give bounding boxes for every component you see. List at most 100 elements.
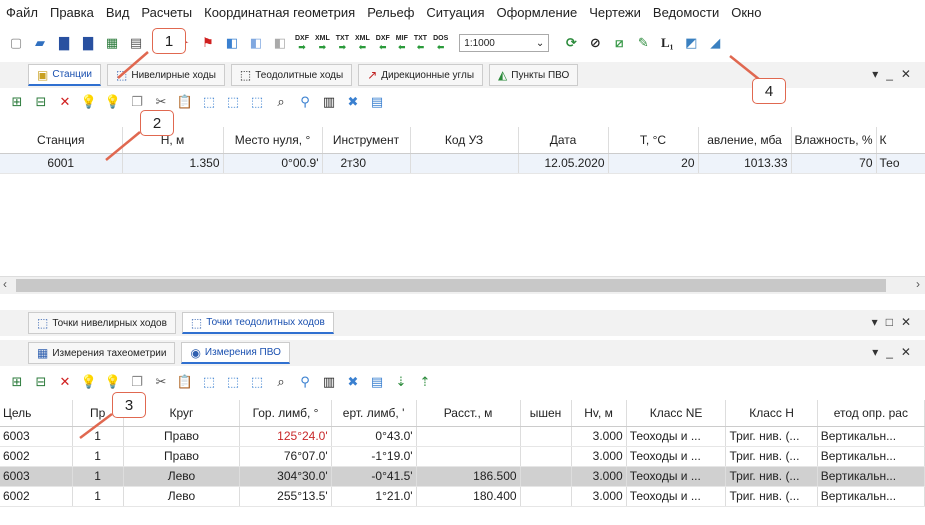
cell[interactable]: 2т30 xyxy=(322,153,411,174)
circle-slash-icon[interactable]: ⊘ xyxy=(585,33,605,53)
copy-icon[interactable]: ❐ xyxy=(128,93,146,111)
tab-stations[interactable]: ▣ Станции xyxy=(28,64,102,86)
cell[interactable]: 304°30.0' xyxy=(239,466,332,487)
table-row[interactable]: 6002 1 Лево 255°13.5' 1°21.0' 180.400 3.… xyxy=(0,486,925,507)
col-height[interactable]: ышен xyxy=(520,400,572,427)
bulb-yellow-icon[interactable]: 💡 xyxy=(104,93,122,111)
col-humidity[interactable]: Влажность, % xyxy=(791,127,877,154)
cut-icon[interactable]: ✂ xyxy=(152,93,170,111)
more-icon[interactable]: ◢ xyxy=(705,33,725,53)
tab-pvo-measurements[interactable]: ◉ Измерения ПВО xyxy=(181,342,290,364)
horizontal-scrollbar[interactable]: ‹ › xyxy=(0,276,925,294)
menu-window[interactable]: Окно xyxy=(731,5,761,20)
flag-icon[interactable]: ⚑ xyxy=(198,33,218,53)
export-mif-icon[interactable]: MIF ⬅ xyxy=(395,33,409,53)
find-icon[interactable]: ⌕ xyxy=(272,373,290,391)
col-distance[interactable]: Расст., м xyxy=(416,400,521,427)
cell[interactable] xyxy=(416,446,521,467)
col-class-ne[interactable]: Класс NE xyxy=(626,400,727,427)
cell[interactable]: 180.400 xyxy=(416,486,521,507)
select-icon[interactable]: ⬚ xyxy=(200,373,218,391)
cell[interactable]: Лево xyxy=(123,466,241,487)
cell[interactable]: 0°00.9' xyxy=(223,153,323,174)
cell[interactable]: Право xyxy=(123,426,241,447)
cell[interactable]: Вертикальн... xyxy=(817,426,925,447)
menu-calc[interactable]: Расчеты xyxy=(141,5,192,20)
measurements-window-controls[interactable]: ▾_✕ xyxy=(872,345,919,359)
tab-traverses[interactable]: ⬚ Теодолитные ходы xyxy=(230,64,353,86)
bulb-yellow-icon[interactable]: 💡 xyxy=(104,373,122,391)
cell[interactable] xyxy=(520,466,572,487)
add-row-icon[interactable]: ⊞ xyxy=(8,373,26,391)
cell[interactable]: 1 xyxy=(72,446,124,467)
zoom-icon[interactable]: ⚲ xyxy=(296,93,314,111)
cell[interactable]: 3.000 xyxy=(571,426,627,447)
import-xml-icon[interactable]: XML ➡ xyxy=(314,33,331,53)
cell[interactable] xyxy=(520,426,572,447)
cell[interactable]: 1 xyxy=(72,426,124,447)
cell[interactable]: 6002 xyxy=(0,486,73,507)
save-all-icon[interactable]: ▇ xyxy=(78,33,98,53)
columns-icon[interactable]: ▥ xyxy=(320,373,338,391)
col-zero-place[interactable]: Место нуля, ° xyxy=(223,127,323,154)
copy-icon[interactable]: ❐ xyxy=(128,373,146,391)
columns-icon[interactable]: ▥ xyxy=(320,93,338,111)
tab-pvo-points[interactable]: ◭ Пункты ПВО xyxy=(489,64,579,86)
select-all-icon[interactable]: ⬚ xyxy=(224,93,242,111)
scroll-thumb[interactable] xyxy=(16,279,886,292)
cell[interactable]: 3.000 xyxy=(571,446,627,467)
cell[interactable]: 1013.33 xyxy=(698,153,792,174)
col-pressure[interactable]: авление, мба xyxy=(698,127,792,154)
col-station[interactable]: Станция xyxy=(0,127,123,154)
cell[interactable]: 1 xyxy=(72,486,124,507)
paste-icon[interactable]: 📋 xyxy=(176,373,194,391)
insert-row-icon[interactable]: ⊟ xyxy=(32,373,50,391)
cell[interactable]: 76°07.0' xyxy=(239,446,332,467)
paste-icon[interactable]: 📋 xyxy=(176,93,194,111)
grid-icon[interactable]: ▦ xyxy=(102,33,122,53)
menu-design[interactable]: Оформление xyxy=(497,5,578,20)
open-file-icon[interactable]: ▰ xyxy=(30,33,50,53)
cell[interactable]: 70 xyxy=(791,153,877,174)
cell[interactable]: 6001 xyxy=(0,153,123,174)
cell[interactable] xyxy=(416,426,521,447)
new-file-icon[interactable]: ▢ xyxy=(6,33,26,53)
col-hv[interactable]: Hv, м xyxy=(571,400,627,427)
cell[interactable]: -1°19.0' xyxy=(331,446,417,467)
table-props-icon[interactable]: ▤ xyxy=(368,373,386,391)
table-row[interactable]: 6001 1.350 0°00.9' 2т30 12.05.2020 20 10… xyxy=(0,153,925,174)
transform-icon[interactable]: ⧄ xyxy=(609,33,629,53)
deselect-icon[interactable]: ⬚ xyxy=(248,373,266,391)
cell[interactable]: -0°41.5' xyxy=(331,466,417,487)
cell[interactable]: 12.05.2020 xyxy=(518,153,609,174)
zoom-icon[interactable]: ⚲ xyxy=(296,373,314,391)
import-dxf-icon[interactable]: DXF ➡ xyxy=(294,33,310,53)
tools-icon[interactable]: ✖ xyxy=(344,373,362,391)
scroll-right-icon[interactable]: › xyxy=(916,277,920,291)
cell[interactable]: Теоходы и ... xyxy=(626,466,727,487)
export-xml-icon[interactable]: XML ⬅ xyxy=(354,33,371,53)
find-icon[interactable]: ⌕ xyxy=(272,93,290,111)
points-window-controls[interactable]: ▾□✕ xyxy=(872,315,919,329)
cell[interactable]: Триг. нив. (... xyxy=(725,486,818,507)
bulb-blue-icon[interactable]: 💡 xyxy=(80,373,98,391)
tab-bearings[interactable]: ↗ Дирекционные углы xyxy=(358,64,484,86)
layer-light-icon[interactable]: ◧ xyxy=(246,33,266,53)
tab-traverse-points[interactable]: ⬚ Точки теодолитных ходов xyxy=(181,312,334,334)
cell[interactable]: Теоходы и ... xyxy=(626,486,727,507)
menu-drawings[interactable]: Чертежи xyxy=(589,5,641,20)
cell[interactable]: Вертикальн... xyxy=(817,446,925,467)
tab-level-points[interactable]: ⬚ Точки нивелирных ходов xyxy=(28,312,176,334)
cell[interactable]: 6003 xyxy=(0,466,73,487)
insert-row-icon[interactable]: ⊟ xyxy=(32,93,50,111)
cell[interactable]: 1°21.0' xyxy=(331,486,417,507)
line-tool-icon[interactable]: ✎ xyxy=(633,33,653,53)
col-class-h[interactable]: Класс H xyxy=(725,400,818,427)
save-icon[interactable]: ▇ xyxy=(54,33,74,53)
tools-icon[interactable]: ✖ xyxy=(344,93,362,111)
cell[interactable] xyxy=(520,486,572,507)
chart-icon[interactable]: ◩ xyxy=(681,33,701,53)
cell[interactable]: 3.000 xyxy=(571,486,627,507)
cell[interactable]: Теоходы и ... xyxy=(626,426,727,447)
col-code[interactable]: Код УЗ xyxy=(410,127,519,154)
